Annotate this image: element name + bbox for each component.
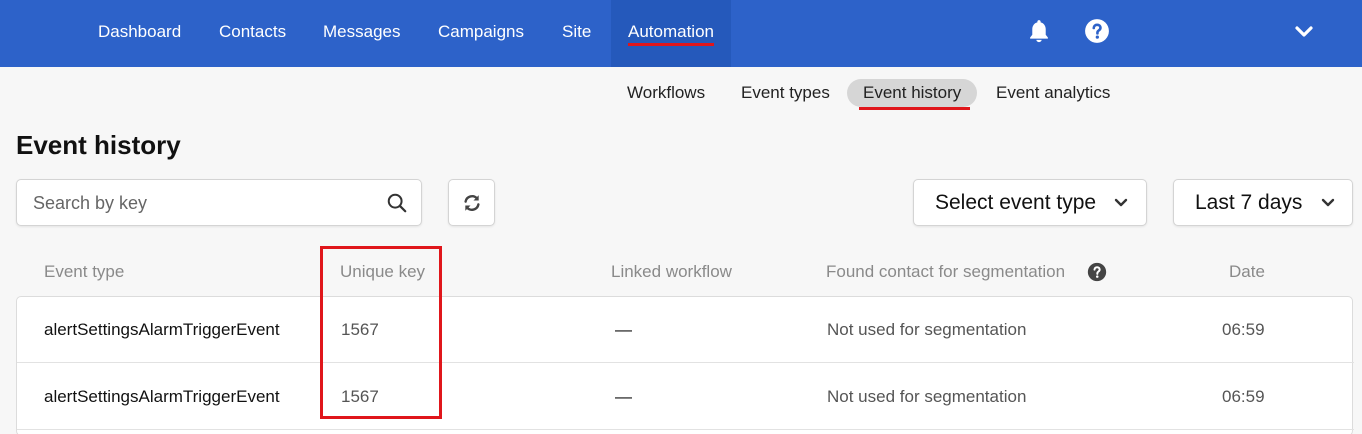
column-header-found-contact: Found contact for segmentation (826, 262, 1066, 281)
event-type-dropdown-label: Select event type (935, 191, 1097, 214)
table-row[interactable]: alertSettingsAlarmTriggerEvent 1567 — No… (17, 364, 1354, 430)
top-navigation-bar: Dashboard Contacts Messages Campaigns Si… (0, 0, 1362, 67)
column-header-event-type: Event type (44, 262, 125, 281)
cell-unique-key: 1567 (341, 320, 379, 339)
column-header-linked-workflow: Linked workflow (611, 262, 732, 281)
page-title: Event history (16, 130, 181, 160)
nav-item-contacts[interactable]: Contacts (219, 0, 286, 67)
cell-date: 06:59 (1222, 387, 1265, 406)
column-header-date: Date (1229, 262, 1265, 281)
cell-linked-workflow: — (615, 387, 632, 406)
cell-found-contact: Not used for segmentation (827, 387, 1027, 406)
period-dropdown[interactable]: Last 7 days (1173, 179, 1353, 226)
nav-item-campaigns[interactable]: Campaigns (438, 0, 524, 67)
cell-event-type: alertSettingsAlarmTriggerEvent (44, 320, 280, 339)
cell-found-contact: Not used for segmentation (827, 320, 1027, 339)
chevron-down-icon (1321, 198, 1335, 207)
tab-event-types[interactable]: Event types (741, 79, 830, 107)
cell-unique-key: 1567 (341, 387, 379, 406)
cell-date: 06:59 (1222, 320, 1265, 339)
table-row[interactable]: alertSettingsAlarmTriggerEvent 1567 — No… (17, 297, 1354, 363)
nav-item-automation-label: Automation (628, 22, 714, 41)
cell-linked-workflow: — (615, 320, 632, 339)
tab-workflows[interactable]: Workflows (627, 79, 705, 107)
chevron-down-icon[interactable] (1294, 24, 1314, 40)
help-circle-icon[interactable] (1084, 18, 1110, 44)
tab-event-history[interactable]: Event history (847, 79, 978, 107)
search-box (16, 179, 422, 226)
refresh-icon (464, 195, 480, 211)
tab-event-analytics[interactable]: Event analytics (996, 79, 1110, 107)
nav-item-automation[interactable]: Automation (611, 0, 731, 67)
help-circle-icon[interactable] (1087, 262, 1107, 282)
refresh-button[interactable] (448, 179, 495, 226)
bell-icon[interactable] (1026, 18, 1052, 44)
column-header-unique-key: Unique key (340, 262, 426, 281)
event-history-table: alertSettingsAlarmTriggerEvent 1567 — No… (16, 296, 1354, 434)
nav-item-dashboard[interactable]: Dashboard (98, 0, 181, 67)
chevron-down-icon (1114, 198, 1128, 207)
search-icon[interactable] (386, 192, 408, 214)
active-nav-underline (628, 43, 714, 46)
search-input[interactable] (33, 191, 373, 215)
event-type-dropdown[interactable]: Select event type (913, 179, 1147, 226)
cell-event-type: alertSettingsAlarmTriggerEvent (44, 387, 280, 406)
nav-item-site[interactable]: Site (562, 0, 591, 67)
active-tab-underline (859, 107, 970, 110)
nav-item-messages[interactable]: Messages (323, 0, 400, 67)
period-dropdown-label: Last 7 days (1195, 191, 1303, 214)
